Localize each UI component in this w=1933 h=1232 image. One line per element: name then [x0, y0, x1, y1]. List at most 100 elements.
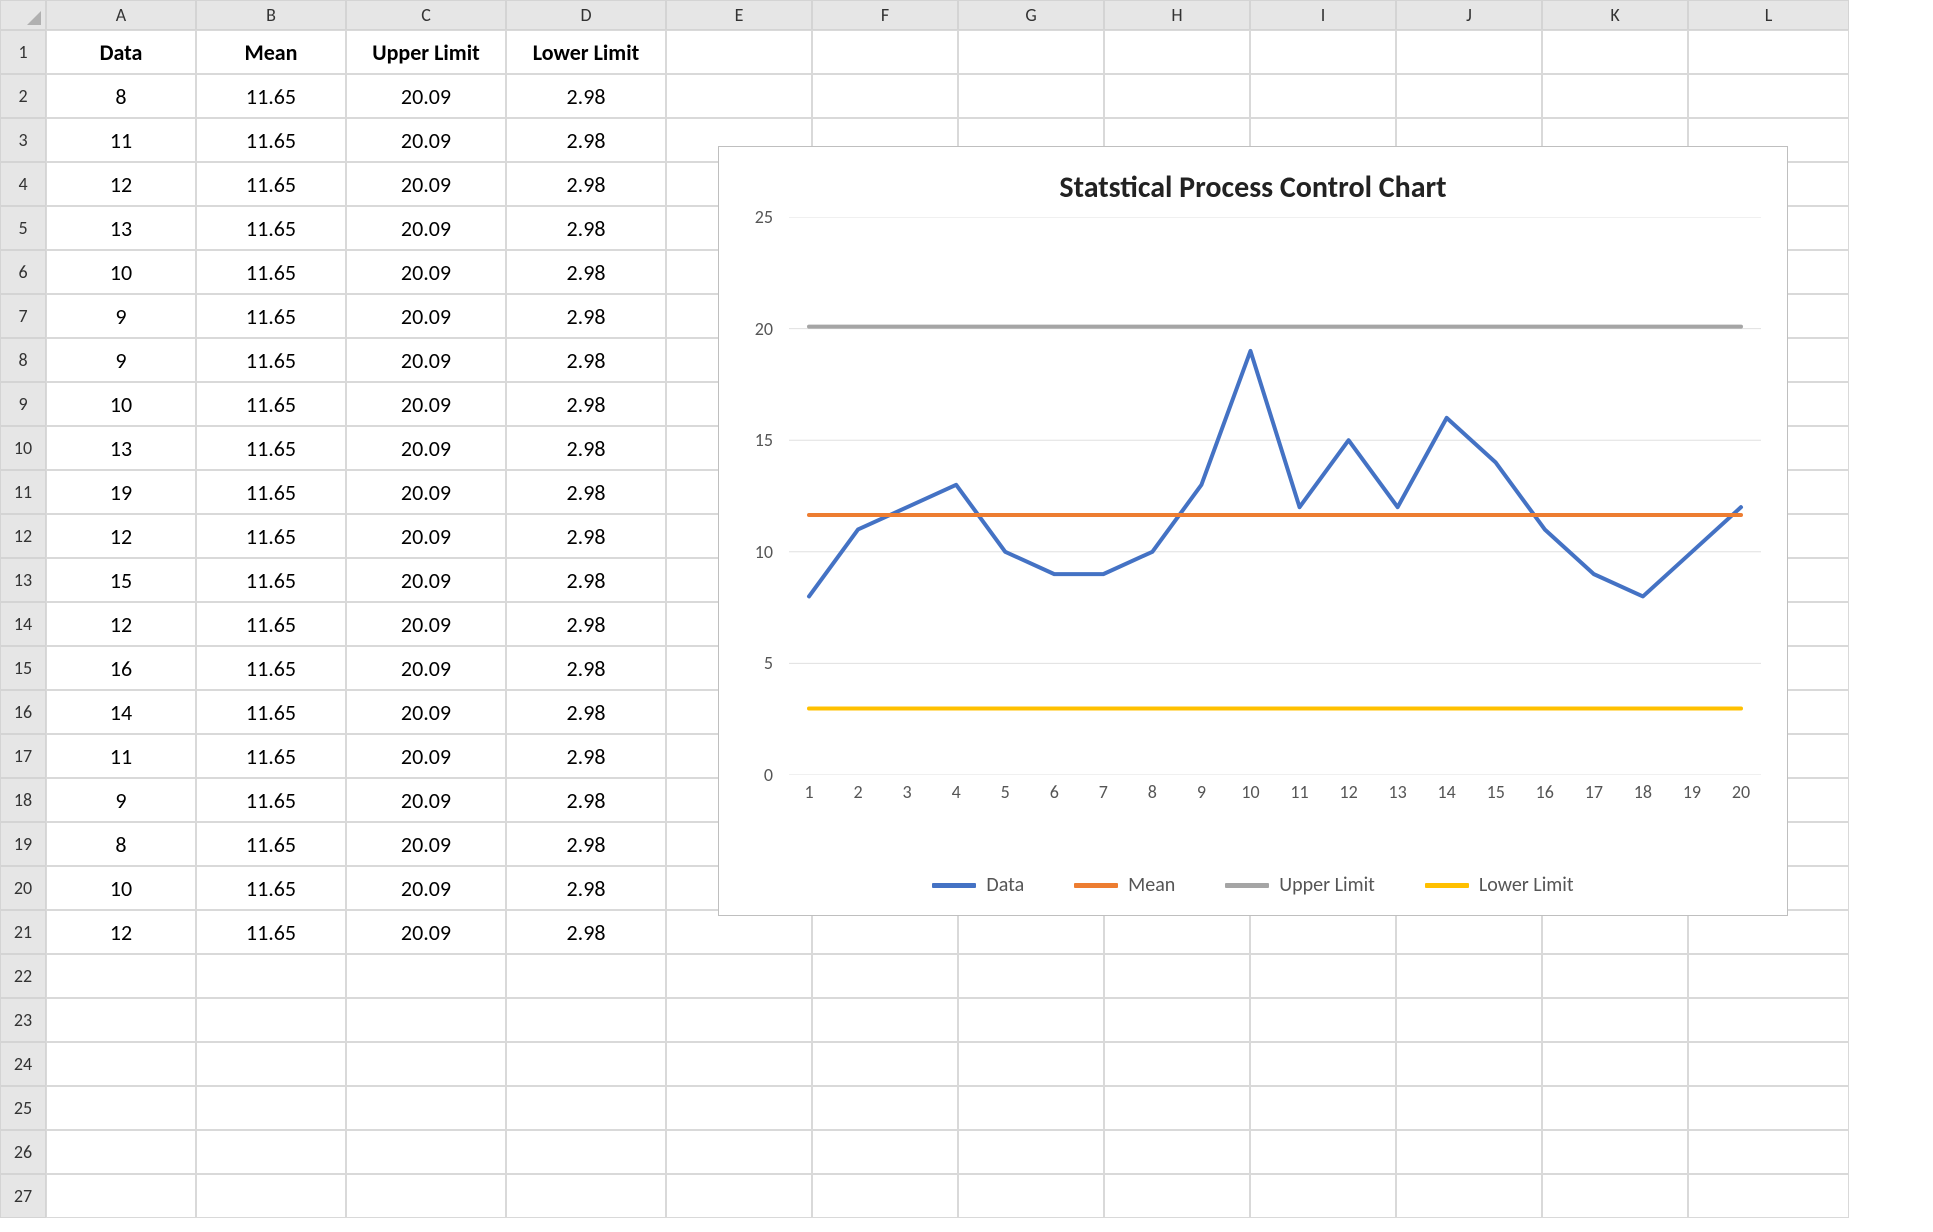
cell-L22[interactable] — [1688, 954, 1849, 998]
row-header-3[interactable]: 3 — [0, 118, 46, 162]
cell-C18[interactable]: 20.09 — [346, 778, 506, 822]
cell-G25[interactable] — [958, 1086, 1104, 1130]
cell-B26[interactable] — [196, 1130, 346, 1174]
embedded-chart[interactable]: Statstical Process Control Chart 0510152… — [718, 146, 1788, 916]
cell-D2[interactable]: 2.98 — [506, 74, 666, 118]
cell-C12[interactable]: 20.09 — [346, 514, 506, 558]
cell-C5[interactable]: 20.09 — [346, 206, 506, 250]
cell-D20[interactable]: 2.98 — [506, 866, 666, 910]
row-header-5[interactable]: 5 — [0, 206, 46, 250]
row-header-6[interactable]: 6 — [0, 250, 46, 294]
cell-B4[interactable]: 11.65 — [196, 162, 346, 206]
cell-I24[interactable] — [1250, 1042, 1396, 1086]
cell-L2[interactable] — [1688, 74, 1849, 118]
cell-E2[interactable] — [666, 74, 812, 118]
cell-A25[interactable] — [46, 1086, 196, 1130]
cell-L26[interactable] — [1688, 1130, 1849, 1174]
cell-J21[interactable] — [1396, 910, 1542, 954]
row-header-20[interactable]: 20 — [0, 866, 46, 910]
cell-A5[interactable]: 13 — [46, 206, 196, 250]
select-all-corner[interactable] — [0, 0, 46, 30]
column-header-D[interactable]: D — [506, 0, 666, 30]
cell-I2[interactable] — [1250, 74, 1396, 118]
column-header-F[interactable]: F — [812, 0, 958, 30]
cell-C1[interactable]: Upper Limit — [346, 30, 506, 74]
row-header-27[interactable]: 27 — [0, 1174, 46, 1218]
cell-G26[interactable] — [958, 1130, 1104, 1174]
cell-F21[interactable] — [812, 910, 958, 954]
cell-C13[interactable]: 20.09 — [346, 558, 506, 602]
cell-B6[interactable]: 11.65 — [196, 250, 346, 294]
cell-K27[interactable] — [1542, 1174, 1688, 1218]
cell-B12[interactable]: 11.65 — [196, 514, 346, 558]
cell-G21[interactable] — [958, 910, 1104, 954]
cell-G24[interactable] — [958, 1042, 1104, 1086]
cell-D14[interactable]: 2.98 — [506, 602, 666, 646]
cell-A8[interactable]: 9 — [46, 338, 196, 382]
cell-D17[interactable]: 2.98 — [506, 734, 666, 778]
cell-A24[interactable] — [46, 1042, 196, 1086]
cell-D26[interactable] — [506, 1130, 666, 1174]
cell-C17[interactable]: 20.09 — [346, 734, 506, 778]
cell-C15[interactable]: 20.09 — [346, 646, 506, 690]
cell-L24[interactable] — [1688, 1042, 1849, 1086]
cell-A22[interactable] — [46, 954, 196, 998]
cell-D9[interactable]: 2.98 — [506, 382, 666, 426]
cell-B25[interactable] — [196, 1086, 346, 1130]
cell-K26[interactable] — [1542, 1130, 1688, 1174]
row-header-12[interactable]: 12 — [0, 514, 46, 558]
cell-H1[interactable] — [1104, 30, 1250, 74]
cell-J22[interactable] — [1396, 954, 1542, 998]
column-header-G[interactable]: G — [958, 0, 1104, 30]
cell-D6[interactable]: 2.98 — [506, 250, 666, 294]
cell-I27[interactable] — [1250, 1174, 1396, 1218]
cell-C23[interactable] — [346, 998, 506, 1042]
column-header-H[interactable]: H — [1104, 0, 1250, 30]
cell-D19[interactable]: 2.98 — [506, 822, 666, 866]
cell-L21[interactable] — [1688, 910, 1849, 954]
cell-J23[interactable] — [1396, 998, 1542, 1042]
row-header-26[interactable]: 26 — [0, 1130, 46, 1174]
cell-H21[interactable] — [1104, 910, 1250, 954]
cell-B22[interactable] — [196, 954, 346, 998]
cell-A10[interactable]: 13 — [46, 426, 196, 470]
cell-A21[interactable]: 12 — [46, 910, 196, 954]
cell-C7[interactable]: 20.09 — [346, 294, 506, 338]
cell-I26[interactable] — [1250, 1130, 1396, 1174]
cell-F1[interactable] — [812, 30, 958, 74]
row-header-7[interactable]: 7 — [0, 294, 46, 338]
cell-B11[interactable]: 11.65 — [196, 470, 346, 514]
cell-C20[interactable]: 20.09 — [346, 866, 506, 910]
cell-C3[interactable]: 20.09 — [346, 118, 506, 162]
cell-A17[interactable]: 11 — [46, 734, 196, 778]
cell-A20[interactable]: 10 — [46, 866, 196, 910]
cell-D22[interactable] — [506, 954, 666, 998]
cell-D21[interactable]: 2.98 — [506, 910, 666, 954]
cell-G2[interactable] — [958, 74, 1104, 118]
cell-J24[interactable] — [1396, 1042, 1542, 1086]
cell-D5[interactable]: 2.98 — [506, 206, 666, 250]
cell-A27[interactable] — [46, 1174, 196, 1218]
cell-A3[interactable]: 11 — [46, 118, 196, 162]
cell-B9[interactable]: 11.65 — [196, 382, 346, 426]
cell-I1[interactable] — [1250, 30, 1396, 74]
cell-A1[interactable]: Data — [46, 30, 196, 74]
cell-D18[interactable]: 2.98 — [506, 778, 666, 822]
row-header-16[interactable]: 16 — [0, 690, 46, 734]
column-header-C[interactable]: C — [346, 0, 506, 30]
row-header-9[interactable]: 9 — [0, 382, 46, 426]
cell-B1[interactable]: Mean — [196, 30, 346, 74]
row-header-11[interactable]: 11 — [0, 470, 46, 514]
cell-C2[interactable]: 20.09 — [346, 74, 506, 118]
cell-D23[interactable] — [506, 998, 666, 1042]
row-header-25[interactable]: 25 — [0, 1086, 46, 1130]
row-header-18[interactable]: 18 — [0, 778, 46, 822]
row-header-2[interactable]: 2 — [0, 74, 46, 118]
cell-B14[interactable]: 11.65 — [196, 602, 346, 646]
cell-H26[interactable] — [1104, 1130, 1250, 1174]
cell-D12[interactable]: 2.98 — [506, 514, 666, 558]
cell-B17[interactable]: 11.65 — [196, 734, 346, 778]
cell-A2[interactable]: 8 — [46, 74, 196, 118]
cell-C9[interactable]: 20.09 — [346, 382, 506, 426]
cell-C6[interactable]: 20.09 — [346, 250, 506, 294]
